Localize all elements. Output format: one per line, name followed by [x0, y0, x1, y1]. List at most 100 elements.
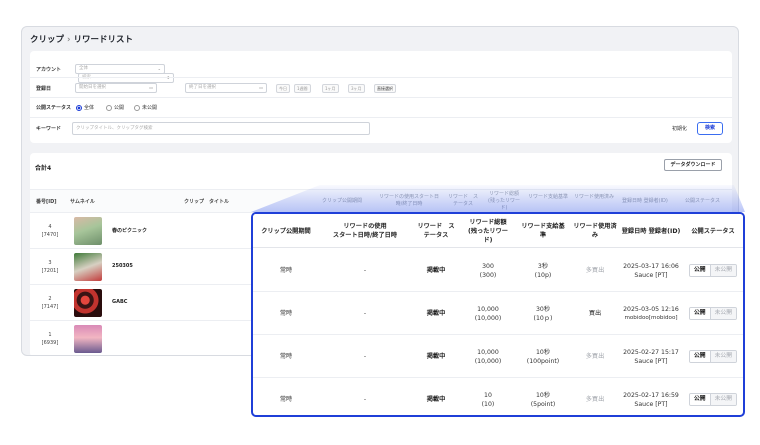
zoom-header-reward-criteria: リワード支給基 準 — [521, 223, 565, 239]
total-count: 合計4 — [35, 165, 52, 172]
zoom-header-public-status: 公開ステータス — [691, 227, 735, 235]
cell-usage: - — [363, 310, 367, 317]
cell-reward-used: 多買出 — [585, 396, 605, 403]
thumbnail-image[interactable] — [74, 253, 102, 281]
zoom-header-reward-used: リワード使用済 み — [573, 223, 617, 239]
breadcrumb-separator-icon: › — [67, 35, 71, 45]
row-id: 4 [7470] — [41, 224, 59, 238]
public-toggle[interactable]: 公開 未公開 — [688, 307, 737, 320]
status-label: 公開ステータス — [36, 104, 72, 111]
zoomed-table-callout: クリップ公開期間 リワードの使用 スタート日時/終了日時 リワード ス テータス… — [251, 212, 745, 417]
public-toggle[interactable]: 公開 未公開 — [688, 350, 737, 363]
zoom-header-reward-status: リワード ス テータス — [417, 223, 455, 239]
row-id: 2 [7147] — [41, 296, 59, 310]
filter-row-account: アカウント 全体⌄ 検索⇕ — [30, 63, 732, 83]
zoom-table-row: 常時 - 掲載中 300 (300) 3秒 (10p) 多買出 2025-03-… — [253, 249, 743, 292]
cell-period: 常時 — [279, 267, 293, 274]
keyword-input[interactable]: クリップタイトル、クリップタグ検索 — [72, 122, 370, 135]
public-on-button[interactable]: 公開 — [689, 351, 711, 362]
reset-button[interactable]: 初期化 — [672, 125, 687, 132]
public-off-button[interactable]: 未公開 — [710, 265, 736, 276]
cell-reward-amount: 10 (10) — [481, 391, 495, 408]
filter-row-keyword: キーワード クリップタイトル、クリップタグ検索 初期化 検索 — [30, 121, 732, 135]
cell-reward-criteria: 3秒 (10p) — [534, 262, 552, 279]
cell-registered: 2025-03-05 12:16 mobidoo[mobidoo] — [623, 305, 679, 321]
preset-week[interactable]: 1週間 — [294, 84, 311, 93]
public-on-button[interactable]: 公開 — [689, 394, 711, 405]
thumbnail-image[interactable] — [74, 289, 102, 317]
clip-title[interactable]: 春のピクニック — [112, 227, 147, 234]
cell-period: 常時 — [279, 310, 293, 317]
header-id: 番号[ID] — [36, 199, 57, 205]
radio-status-all[interactable]: 全体 — [76, 104, 94, 111]
zoom-header-registered: 登録日時 登録者(ID) — [621, 227, 681, 235]
table-row[interactable]: 1 [6939] — [30, 321, 270, 355]
cell-public-status: 公開 未公開 — [683, 378, 743, 415]
data-download-button[interactable]: データダウンロード — [664, 159, 722, 171]
breadcrumb-parent[interactable]: クリップ — [30, 35, 64, 45]
account-label: アカウント — [36, 66, 62, 73]
header-usage-dates: リワードの使用スタート日時/終了日時 — [378, 194, 439, 207]
radio-status-public[interactable]: 公開 — [106, 104, 124, 111]
clip-title[interactable]: 250305 — [112, 263, 133, 269]
cell-public-status: 公開 未公開 — [683, 249, 743, 292]
cell-usage: - — [363, 353, 367, 360]
header-registered: 登録日時 登録者(ID) — [622, 198, 668, 204]
cell-reward-used: 買出 — [588, 310, 602, 317]
header-reward-criteria: リワード支給基準 — [528, 194, 569, 200]
cell-reward-criteria: 10秒 (5point) — [530, 391, 556, 408]
cell-registered: 2025-02-17 16:59 Sauce [PT] — [623, 391, 679, 408]
zoom-header-reward-amount: リワード総額 (残ったリワー ド) — [468, 218, 508, 244]
cell-reward-criteria: 10秒 (100point) — [526, 348, 560, 365]
table-row[interactable]: 4 [7470] 春のピクニック — [30, 213, 270, 249]
chevron-down-icon: ⌄ — [157, 66, 161, 71]
table-row[interactable]: 3 [7201] 250305 — [30, 249, 270, 285]
radio-status-private[interactable]: 未公開 — [134, 104, 157, 111]
cell-registered: 2025-03-17 16:06 Sauce [PT] — [623, 262, 679, 279]
cell-reward-amount: 300 (300) — [479, 262, 497, 279]
divider — [30, 77, 732, 78]
preset-custom[interactable]: 直接選択 — [374, 84, 396, 93]
thumbnail-image[interactable] — [74, 217, 102, 245]
keyword-label: キーワード — [36, 126, 62, 132]
header-period: クリップ公開期間 — [322, 198, 363, 204]
cell-public-status: 公開 未公開 — [683, 335, 743, 378]
cell-reward-status: 掲載中 — [426, 396, 446, 403]
date-to-input[interactable]: 終了日を選択 ▭ — [185, 83, 267, 93]
filter-panel: アカウント 全体⌄ 検索⇕ 登録日 開始日を選択▭ 終了日を選択▭ 今日 1週間… — [30, 51, 732, 143]
public-off-button[interactable]: 未公開 — [710, 351, 736, 362]
public-toggle[interactable]: 公開 未公開 — [688, 264, 737, 277]
zoom-header-usage-dates: リワードの使用 スタート日時/終了日時 — [332, 223, 398, 239]
public-on-button[interactable]: 公開 — [689, 308, 711, 319]
cell-registered: 2025-02-27 15:17 Sauce [PT] — [623, 348, 679, 365]
table-row[interactable]: 2 [7147] GABC — [30, 285, 270, 321]
zoom-table-header: クリップ公開期間 リワードの使用 スタート日時/終了日時 リワード ス テータス… — [253, 214, 743, 248]
cell-usage: - — [363, 267, 367, 274]
zoom-table-row: 常時 - 掲載中 10,000 (10,000) 30秒 (10ｐ) 買出 20… — [253, 292, 743, 335]
calendar-icon: ▭ — [149, 85, 153, 90]
search-button[interactable]: 検索 — [697, 122, 723, 135]
filter-row-status: 公開ステータス 全体 公開 未公開 — [30, 101, 732, 113]
cell-reward-used: 多買出 — [585, 353, 605, 360]
thumbnail-image[interactable] — [74, 325, 102, 353]
cell-reward-criteria: 30秒 (10ｐ) — [533, 305, 553, 322]
row-id: 3 [7201] — [41, 260, 59, 274]
public-off-button[interactable]: 未公開 — [710, 394, 736, 405]
clip-title[interactable]: GABC — [112, 299, 127, 305]
header-reward-amount: リワード総額(残ったリワード) — [488, 191, 520, 211]
date-from-input[interactable]: 開始日を選択 ▭ — [75, 83, 157, 93]
preset-3months[interactable]: 3ヶ月 — [348, 84, 365, 93]
preset-today[interactable]: 今日 — [276, 84, 290, 93]
header-title: クリップ タイトル — [184, 199, 230, 205]
calendar-icon: ▭ — [259, 85, 263, 90]
public-off-button[interactable]: 未公開 — [710, 308, 736, 319]
row-id: 1 [6939] — [41, 332, 59, 346]
public-toggle[interactable]: 公開 未公開 — [688, 393, 737, 406]
preset-month[interactable]: 1ヶ月 — [322, 84, 339, 93]
breadcrumb: クリップ › リワードリスト — [30, 33, 133, 45]
zoom-table-row: 常時 - 掲載中 10,000 (10,000) 10秒 (100point) … — [253, 335, 743, 378]
cell-reward-status: 掲載中 — [426, 353, 446, 360]
cell-reward-status: 掲載中 — [426, 310, 446, 317]
header-reward-used: リワード使用済み — [574, 194, 615, 200]
public-on-button[interactable]: 公開 — [689, 265, 711, 276]
